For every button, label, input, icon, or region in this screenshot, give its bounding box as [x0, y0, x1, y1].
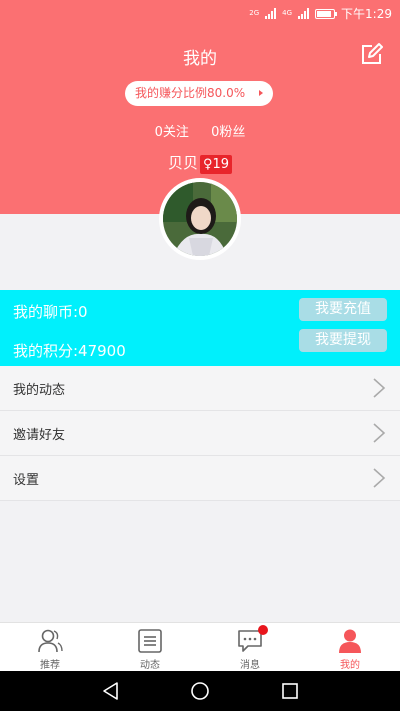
points-label: 我的积分:47900: [13, 342, 126, 360]
earning-ratio-button[interactable]: 我的赚分比例80.0%: [125, 81, 273, 106]
menu-item-label: 邀请好友: [13, 428, 66, 443]
bottom-tab-bar: 推荐 动态 消息 我的: [0, 622, 400, 671]
tab-label: 推荐: [40, 660, 60, 671]
age-label: 19: [212, 157, 230, 172]
back-icon[interactable]: [101, 681, 121, 701]
username: 贝贝: [167, 154, 198, 172]
wallet-panel: 我的聊币:0 我的积分:47900 我要充值 我要提现: [0, 290, 400, 366]
chevron-right-icon: [373, 378, 386, 398]
avatar-photo: [163, 182, 237, 256]
chat-coins-label: 我的聊币:0: [13, 303, 88, 321]
menu-item-invite-friends[interactable]: 邀请好友: [0, 411, 400, 456]
recharge-button[interactable]: 我要充值: [299, 298, 387, 321]
profile-icon: [339, 629, 361, 653]
fans-count[interactable]: 0粉丝: [211, 125, 245, 140]
menu-item-label: 我的动态: [13, 383, 66, 398]
earning-ratio-label: 我的赚分比例80.0%: [135, 86, 246, 100]
chevron-right-icon: [373, 423, 386, 443]
user-info: 贝贝 ♀19: [0, 152, 400, 174]
chevron-right-icon: [259, 90, 263, 96]
tab-recommend[interactable]: 推荐: [0, 623, 100, 671]
page-title: 我的: [183, 49, 217, 69]
tab-messages[interactable]: 消息: [200, 623, 300, 671]
network-4g-label: 4G: [282, 9, 293, 17]
chevron-right-icon: [373, 468, 386, 488]
withdraw-button[interactable]: 我要提现: [299, 329, 387, 352]
signal-icon: [265, 8, 277, 19]
tab-label: 消息: [240, 660, 260, 671]
unread-badge: [258, 625, 268, 635]
tab-label: 我的: [340, 660, 360, 671]
list-icon: [138, 629, 162, 653]
menu-item-settings[interactable]: 设置: [0, 456, 400, 501]
user-icon: [38, 629, 63, 653]
network-2g-label: 2G: [249, 9, 260, 17]
tab-moments[interactable]: 动态: [100, 623, 200, 671]
settings-menu: 我的动态 邀请好友 设置: [0, 366, 400, 501]
female-icon: ♀: [202, 157, 213, 172]
recents-icon[interactable]: [280, 681, 300, 701]
status-time: 下午1:29: [341, 7, 392, 21]
battery-icon: [315, 8, 338, 19]
following-count[interactable]: 0关注: [155, 125, 189, 140]
menu-item-label: 设置: [13, 473, 40, 488]
home-icon[interactable]: [190, 681, 210, 701]
edit-icon[interactable]: [360, 42, 384, 66]
system-nav-bar: [0, 671, 400, 711]
menu-item-my-posts[interactable]: 我的动态: [0, 366, 400, 411]
tab-label: 动态: [140, 660, 160, 671]
tab-mine[interactable]: 我的: [300, 623, 400, 671]
follow-stats: 0关注 0粉丝: [0, 121, 400, 140]
gender-age-badge: ♀19: [199, 155, 233, 174]
status-bar: 2G 4G 下午1:29: [0, 0, 400, 26]
signal-icon-2: [298, 8, 310, 19]
avatar[interactable]: [159, 178, 241, 260]
